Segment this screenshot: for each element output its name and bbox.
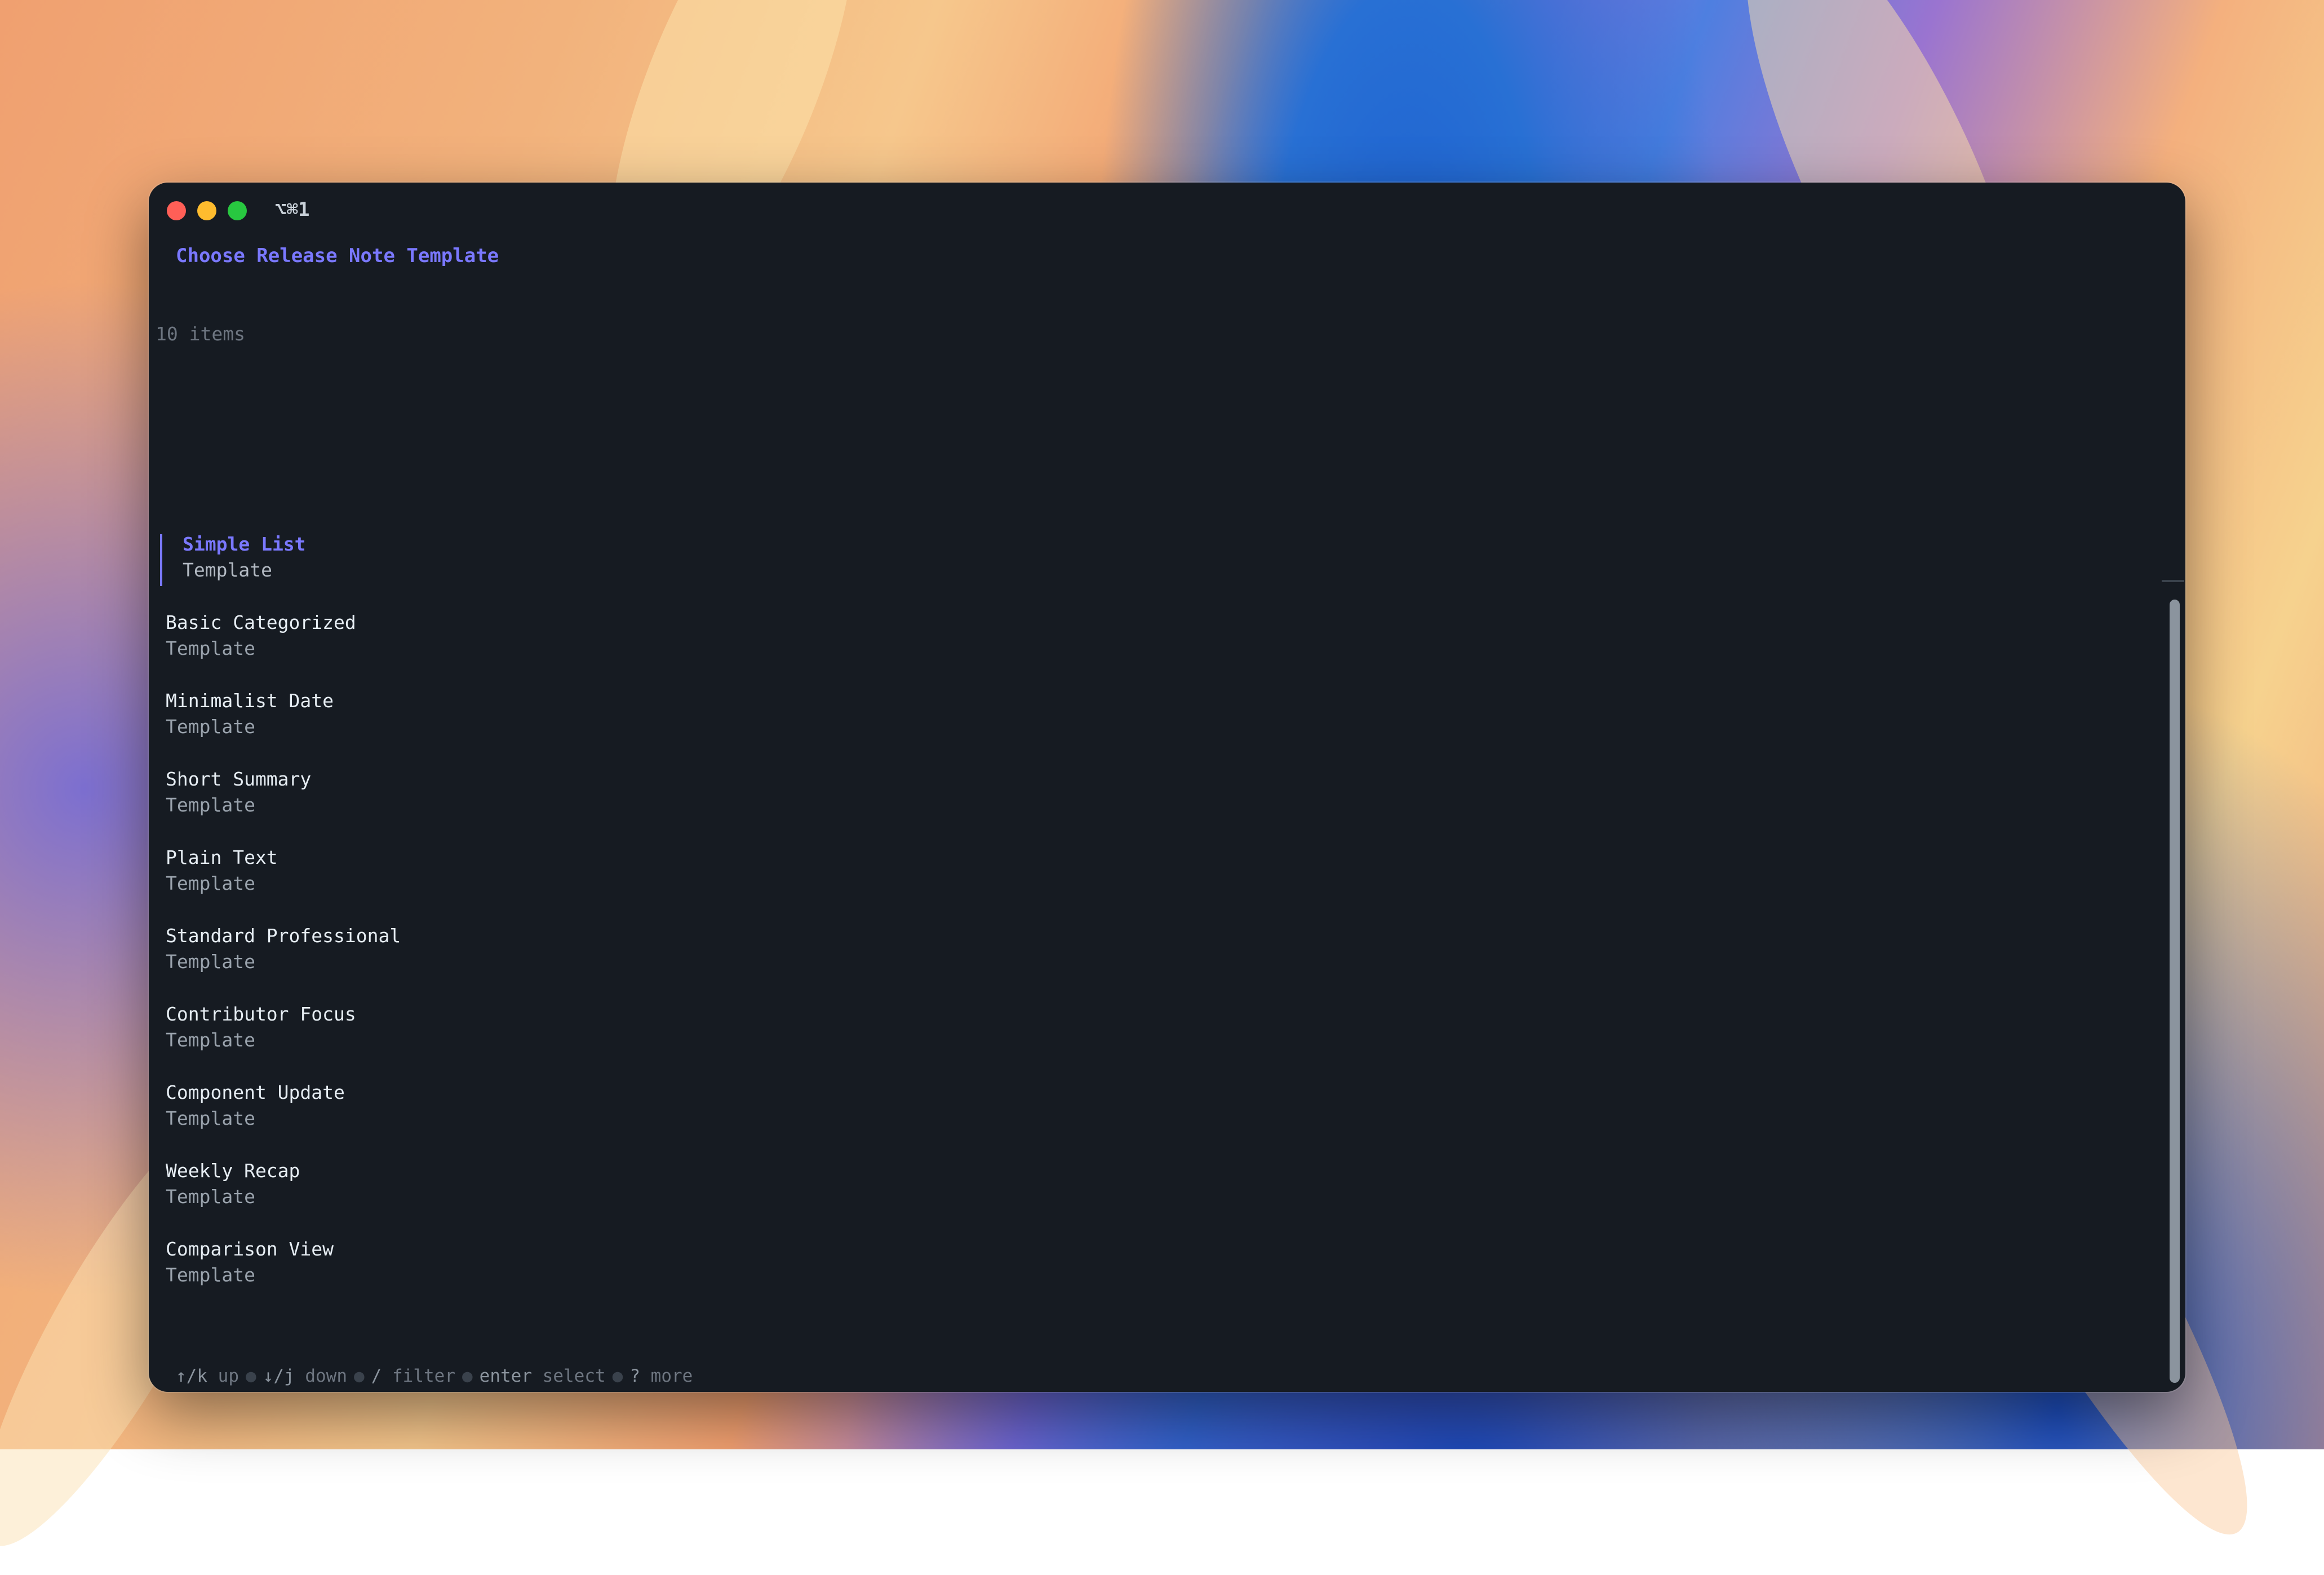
list-item[interactable]: Standard Professional Template [166,925,617,981]
list-item[interactable]: Plain Text Template [166,846,617,903]
list-item-description: Template [166,1186,255,1208]
list-item[interactable]: Component Update Template [166,1081,617,1138]
help-select-label: select [542,1366,606,1386]
list-item-description: Template [166,951,255,973]
list-item[interactable]: Contributor Focus Template [166,1003,617,1059]
help-filter-label: filter [392,1366,455,1386]
scrollbar-thumb[interactable] [2170,600,2180,1383]
separator-dot: ● [462,1366,473,1386]
list-item[interactable]: Comparison View Template [166,1238,617,1294]
list-item-description: Template [166,637,255,659]
list-item-title: Comparison View [166,1238,334,1260]
separator-dot: ● [612,1366,623,1386]
list-item-title: Weekly Recap [166,1160,300,1182]
list-item-title: Minimalist Date [166,690,334,712]
help-down-label: down [305,1366,347,1386]
list-item-title: Basic Categorized [166,611,356,633]
list-item-title: Short Summary [166,768,312,790]
list-item[interactable]: Weekly Recap Template [166,1160,617,1216]
help-select-key: enter [479,1366,532,1386]
terminal-window: ⌥⌘1 Choose Release Note Template 10 item… [149,183,2185,1392]
template-list: Simple List Template Basic Categorized T… [149,183,2185,1392]
list-item-description: Template [166,794,255,816]
list-item-description: Template [166,872,255,894]
list-item-title: Plain Text [166,846,278,868]
list-item-description: Template [166,1107,255,1129]
help-bar: ↑/k up ● ↓/j down ● / filter ● enter select ●? … [176,1366,693,1386]
list-item-description: Template [166,716,255,738]
list-item-title: Contributor Focus [166,1003,356,1025]
help-more-key: ? [629,1366,640,1386]
list-item-selected[interactable]: Simple List Template [160,533,611,589]
list-item-title: Standard Professional [166,925,401,947]
list-item-title: Simple List [183,533,306,555]
separator-dot: ● [354,1366,365,1386]
help-down-key: ↓/j [263,1366,295,1386]
list-item[interactable]: Short Summary Template [166,768,617,824]
list-item-title: Component Update [166,1081,345,1103]
list-item[interactable]: Basic Categorized Template [166,611,617,668]
selection-indicator [160,534,162,586]
list-item-description: Template [166,1029,255,1051]
help-up-label: up [218,1366,239,1386]
help-up-key: ↑/k [176,1366,207,1386]
list-item[interactable]: Minimalist Date Template [166,690,617,746]
list-item-description: Template [183,559,272,581]
list-item-description: Template [166,1264,255,1286]
separator-dot: ● [246,1366,256,1386]
help-filter-key: / [371,1366,382,1386]
scrollbar-marker [2162,580,2184,582]
help-more-label: more [650,1366,693,1386]
